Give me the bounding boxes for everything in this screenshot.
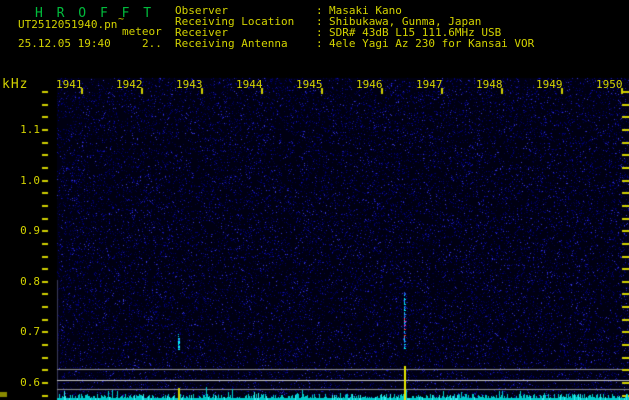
time-tick-label: 1943 (176, 78, 203, 91)
filename-tilde: ~ (118, 14, 125, 25)
time-tick-label: 1949 (536, 78, 563, 91)
counter-label: 2.. (142, 37, 162, 50)
spectrogram-canvas (0, 0, 629, 400)
freq-tick-label: 1.1 (20, 123, 40, 136)
observation-name-label: meteor (122, 25, 162, 38)
time-tick-label: 1950 (596, 78, 623, 91)
freq-tick-label: 0.9 (20, 224, 40, 237)
time-tick-label: 1942 (116, 78, 143, 91)
antenna-value: 4ele Yagi Az 230 for Kansai VOR (329, 37, 535, 50)
time-tick-label: 1944 (236, 78, 263, 91)
y-axis-unit-label: kHz (2, 77, 29, 92)
filename-label: UT2512051940.pn (18, 18, 118, 31)
freq-tick-label: 0.6 (20, 376, 40, 389)
time-tick-label: 1945 (296, 78, 323, 91)
freq-tick-label: 0.7 (20, 325, 40, 338)
hrofft-screen: H R O F F T UT2512051940.pn ~ meteor 25.… (0, 0, 629, 400)
freq-tick-label: 0.8 (20, 275, 40, 288)
antenna-sep: : (316, 37, 323, 50)
datetime-label: 25.12.05 19:40 (18, 37, 111, 50)
antenna-label: Receiving Antenna (175, 37, 288, 50)
time-tick-label: 1946 (356, 78, 383, 91)
time-tick-label: 1948 (476, 78, 503, 91)
time-tick-label: 1947 (416, 78, 443, 91)
time-tick-label: 1941 (56, 78, 83, 91)
freq-tick-label: 1.0 (20, 174, 40, 187)
